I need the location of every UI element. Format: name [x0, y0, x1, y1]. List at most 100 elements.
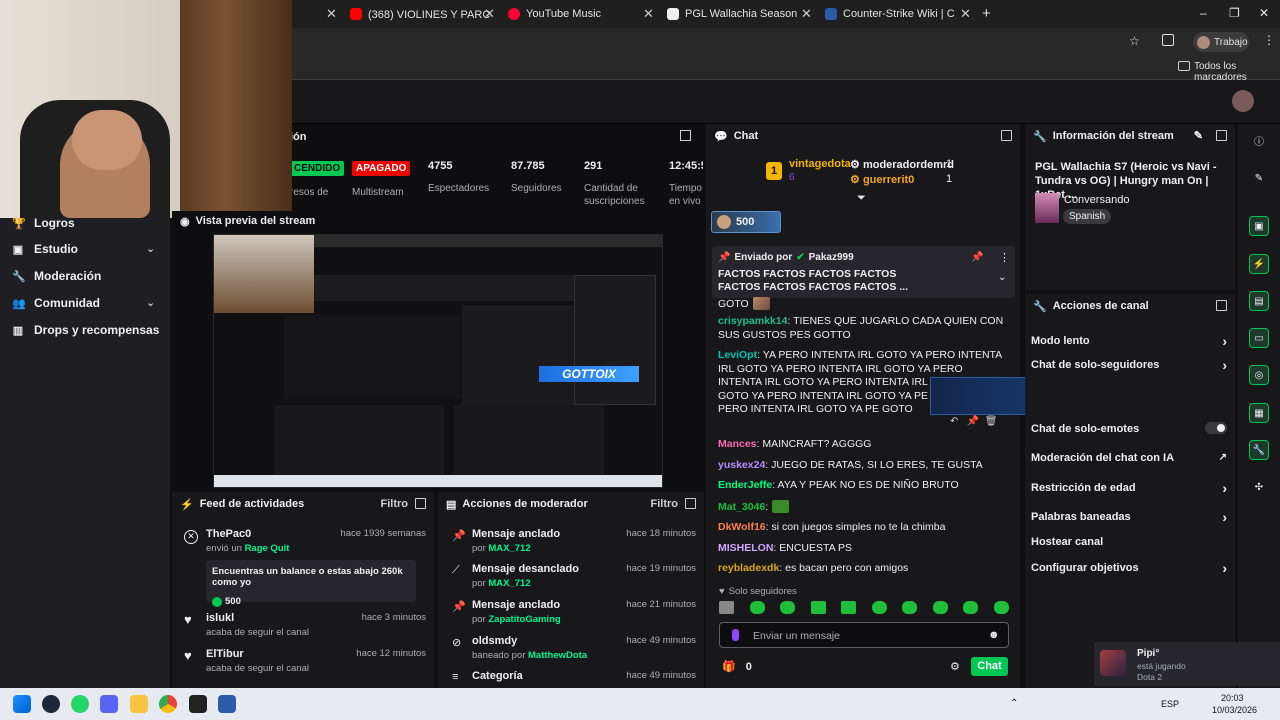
nav-item-estudio[interactable]: ▣ Estudio	[12, 242, 78, 256]
steam-icon[interactable]	[42, 695, 60, 713]
chrome-icon[interactable]	[159, 695, 177, 713]
nav-item-comunidad[interactable]: 👥 Comunidad	[12, 296, 100, 310]
action-host-channel[interactable]: Hostear canal	[1031, 536, 1227, 548]
emoji-picker-icon[interactable]: ☻	[988, 629, 1000, 641]
clip-icon[interactable]: ▣	[1249, 216, 1269, 236]
chat-input[interactable]: Enviar un mensaje ☻	[719, 622, 1009, 648]
document-icon[interactable]: ▤	[1249, 291, 1269, 311]
maximize-icon[interactable]: ❐	[1229, 6, 1240, 20]
close-tab-icon[interactable]: ✕	[801, 6, 812, 22]
action-emotes-only[interactable]: Chat de solo-emotes	[1031, 422, 1227, 435]
nav-item-drops[interactable]: ▥ Drops y recompensas	[12, 323, 160, 337]
more-icon[interactable]: ⋮	[999, 251, 1010, 264]
info-icon[interactable]: ⓘ	[1249, 130, 1269, 150]
emote-icon[interactable]	[749, 601, 765, 614]
pencil-icon[interactable]: ✎	[1249, 168, 1269, 188]
emote-icon[interactable]	[932, 601, 948, 614]
popout-icon[interactable]	[1216, 300, 1227, 311]
browser-tab[interactable]: PGL Wallachia Season 7: Group	[667, 4, 797, 24]
emote-icon[interactable]	[780, 601, 796, 614]
leaderboard-mod-row[interactable]: ⚙ moderadordemrd	[850, 158, 954, 171]
channel-points-counter[interactable]: 🎁 0	[722, 660, 752, 674]
popout-icon[interactable]	[680, 130, 691, 141]
obs-icon[interactable]	[189, 695, 207, 713]
minimize-icon[interactable]: –	[1200, 6, 1207, 20]
edit-icon[interactable]: ✎	[1194, 129, 1203, 142]
close-tab-icon[interactable]: ✕	[960, 6, 971, 22]
action-followers-only[interactable]: Chat de solo-seguidores ›	[1031, 357, 1227, 373]
bookmark-star-icon[interactable]: ☆	[1129, 34, 1140, 48]
wrench-icon[interactable]: 🔧	[1249, 440, 1269, 460]
action-banned-words[interactable]: Palabras baneadas ›	[1031, 509, 1227, 525]
popout-icon[interactable]	[415, 498, 426, 509]
windows-start-icon[interactable]	[13, 695, 31, 713]
layout-icon[interactable]: ▦	[1249, 403, 1269, 423]
friend-notification[interactable]: Pipi° está jugando Dota 2	[1094, 642, 1280, 686]
stream-preview-video[interactable]: GOTTOIX	[213, 234, 663, 488]
channel-points-pill[interactable]: 500	[711, 211, 781, 233]
settings-gear-icon[interactable]: ⚙	[950, 660, 960, 673]
toggle-switch[interactable]	[1205, 422, 1227, 434]
browser-tab[interactable]: YouTube Music	[508, 4, 638, 24]
emote-icon[interactable]	[993, 601, 1009, 614]
unpin-icon[interactable]: 📌	[971, 252, 983, 263]
user-avatar[interactable]	[1232, 90, 1254, 112]
close-window-icon[interactable]: ✕	[1259, 6, 1269, 20]
broadcast-icon[interactable]: ◎	[1249, 365, 1269, 385]
language-indicator[interactable]: ESP	[1161, 699, 1179, 709]
drops-icon: ▥	[12, 325, 24, 337]
action-configure-goals[interactable]: Configurar objetivos ›	[1031, 560, 1227, 576]
extensions-icon[interactable]	[1162, 34, 1174, 46]
nav-item-moderacion[interactable]: 🔧 Moderación	[12, 269, 101, 283]
close-tab-icon[interactable]: ✕	[484, 6, 495, 22]
offline-badge[interactable]: APAGADO	[352, 161, 411, 176]
pinned-message: 📌 Enviado por ✔ Pakaz999 FACTOS FACTOS F…	[712, 246, 1015, 298]
action-age-restriction[interactable]: Restricción de edad ›	[1031, 480, 1227, 496]
app-icon[interactable]	[218, 695, 236, 713]
chevron-down-icon[interactable]: ⌄	[998, 272, 1006, 283]
file-explorer-icon[interactable]	[130, 695, 148, 713]
filter-button[interactable]: Filtro	[381, 498, 409, 510]
delete-icon[interactable]: 🗑	[985, 416, 998, 427]
browser-tab[interactable]: Counter-Strike Wiki | CS2 | Liqu	[825, 4, 955, 24]
chat-send-button[interactable]: Chat	[971, 657, 1008, 676]
new-tab-button[interactable]: +	[982, 3, 996, 23]
followers-only-label: ♥ Solo seguidores	[719, 586, 797, 597]
whatsapp-icon[interactable]	[71, 695, 89, 713]
message-icon[interactable]: ▭	[1249, 328, 1269, 348]
close-tab-icon[interactable]: ✕	[326, 6, 337, 22]
bolt-icon[interactable]: ⚡	[1249, 254, 1269, 274]
undo-icon[interactable]: ↶	[950, 416, 958, 427]
emote-icon[interactable]	[841, 601, 857, 614]
extensions-icon[interactable]: ✣	[1249, 477, 1269, 497]
action-ai-moderation[interactable]: Moderación del chat con IA ↗	[1031, 452, 1227, 464]
filter-button[interactable]: Filtro	[651, 498, 679, 510]
clock-date[interactable]: 10/03/2026	[1212, 705, 1257, 715]
chevron-down-icon[interactable]: ⌄	[146, 242, 155, 255]
popout-icon[interactable]	[685, 498, 696, 509]
popout-icon[interactable]	[1216, 130, 1227, 141]
emote-icon[interactable]	[719, 601, 734, 614]
discord-icon[interactable]	[100, 695, 118, 713]
emote-icon[interactable]	[963, 601, 979, 614]
profile-chip[interactable]: Trabajo	[1193, 32, 1249, 52]
browser-tab[interactable]: (368) VIOLINES Y PARCHADAS 🔥	[350, 4, 490, 24]
nav-item-logros[interactable]: 🏆 Logros	[12, 216, 75, 230]
language-tag[interactable]: Spanish	[1063, 209, 1112, 224]
action-slow-mode[interactable]: Modo lento ›	[1031, 333, 1227, 349]
stream-category[interactable]: Conversando	[1064, 194, 1129, 206]
leaderboard-mod-row[interactable]: ⚙ guerrerit0	[850, 173, 914, 186]
leaderboard-top-user[interactable]: vintagedota	[789, 158, 851, 170]
emote-icon[interactable]	[902, 601, 918, 614]
live-badge[interactable]: CENDIDO	[290, 161, 345, 176]
pin-icon[interactable]: 📌	[967, 416, 979, 427]
collapse-icon[interactable]: ⏷	[857, 192, 866, 205]
clock-time[interactable]: 20:03	[1221, 693, 1244, 703]
menu-kebab-icon[interactable]: ⋮	[1263, 33, 1275, 47]
close-tab-icon[interactable]: ✕	[643, 6, 654, 22]
emote-icon[interactable]	[871, 601, 887, 614]
popout-icon[interactable]	[1001, 130, 1012, 141]
tray-chevron-icon[interactable]: ⌃	[1010, 698, 1018, 709]
chevron-down-icon[interactable]: ⌄	[146, 296, 155, 309]
emote-icon[interactable]	[810, 601, 826, 614]
